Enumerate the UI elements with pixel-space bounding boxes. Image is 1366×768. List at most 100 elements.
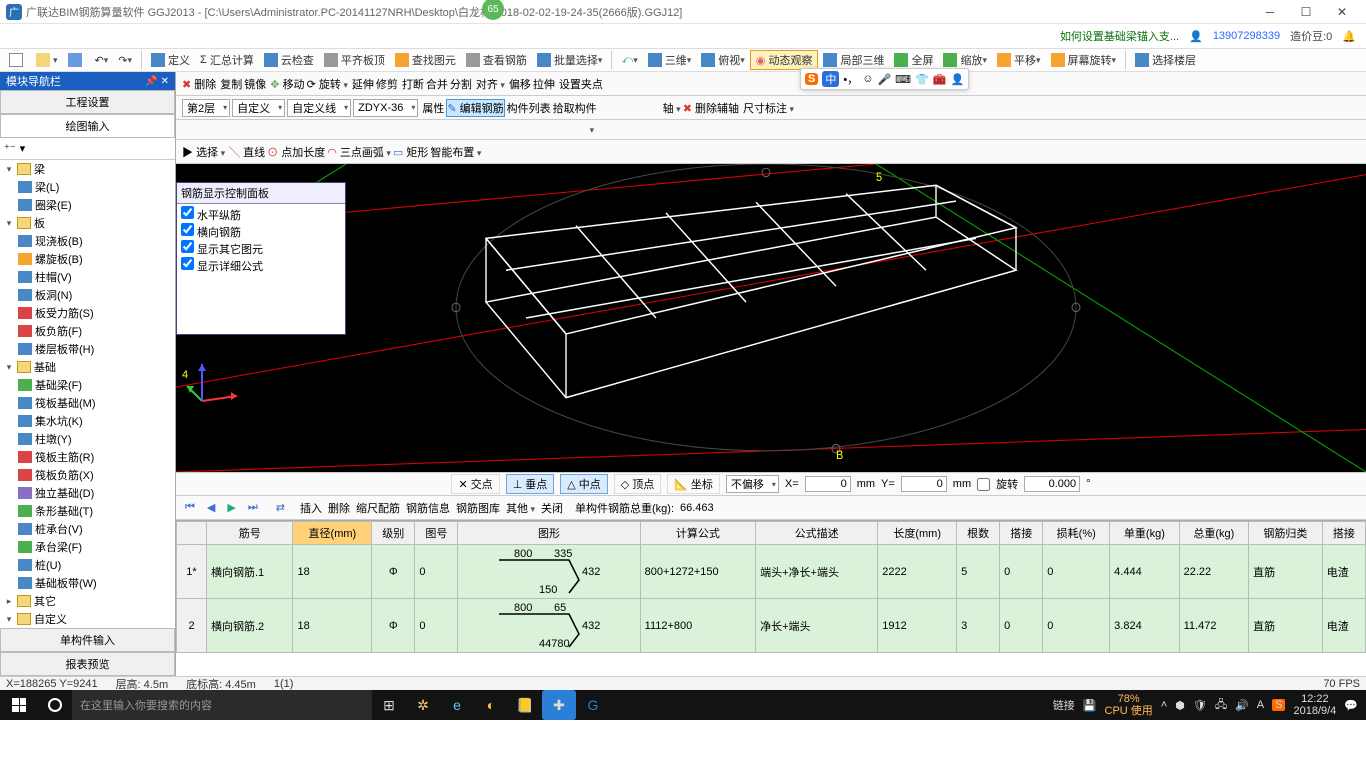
grid-swap[interactable]: ⇄ — [273, 501, 288, 514]
axis-btn[interactable]: 轴 — [663, 100, 681, 116]
cloudcheck-button[interactable]: 云检查 — [259, 50, 319, 70]
app-icon-6[interactable]: G — [576, 690, 610, 720]
cortana-button[interactable] — [38, 698, 72, 712]
tray-net-icon[interactable]: 🖧 — [1215, 696, 1227, 715]
account-phone[interactable]: 13907298339 — [1213, 30, 1280, 42]
ime-voice-icon[interactable]: 🎤 — [877, 73, 891, 86]
tree-item[interactable]: 条形基础(T) — [0, 502, 175, 520]
split-btn[interactable]: 分割 — [450, 76, 472, 92]
screenrot-button[interactable]: 屏幕旋转 — [1046, 50, 1122, 70]
help-link[interactable]: 如何设置基础梁锚入支... — [1060, 28, 1179, 44]
ime-keyboard-icon[interactable]: ⌨ — [895, 73, 911, 86]
tree-item[interactable]: 基础梁(F) — [0, 376, 175, 394]
ime-emoji-icon[interactable]: ☺ — [862, 73, 873, 85]
maximize-button[interactable]: ☐ — [1288, 5, 1324, 19]
snap-y-input[interactable] — [901, 476, 947, 492]
tree-tool-icon[interactable]: ▾ — [20, 142, 26, 155]
tray-vol-icon[interactable]: 🔊 — [1235, 699, 1249, 712]
new-button[interactable] — [4, 50, 31, 70]
tree-item[interactable]: 筏板负筋(X) — [0, 466, 175, 484]
taskview-icon[interactable]: ⊞ — [372, 690, 406, 720]
unknown-dropdown[interactable] — [584, 124, 594, 136]
rebar-display-panel[interactable]: 钢筋显示控制面板 水平纵筋 横向钢筋 显示其它图元 显示详细公式 — [176, 182, 346, 335]
tree-item[interactable]: ▾梁 — [0, 160, 175, 178]
grid-prev[interactable]: ◀ — [204, 501, 218, 514]
table-row[interactable]: 1*横向钢筋.118Φ0800335432150800+1272+150端头+净… — [177, 545, 1366, 599]
category-combo[interactable]: 自定义 — [232, 99, 285, 117]
ime-punct-icon[interactable]: •， — [843, 71, 858, 87]
copy-btn[interactable]: 复制 — [220, 76, 242, 92]
flatroof-button[interactable]: 平齐板顶 — [319, 50, 390, 70]
grid-other[interactable]: 其他 — [506, 500, 535, 516]
fullscreen-button[interactable]: 全屏 — [889, 50, 938, 70]
tree-item[interactable]: ▾自定义 — [0, 610, 175, 628]
topview-button[interactable]: 俯视 — [696, 50, 750, 70]
floor-combo[interactable]: 第2层 — [182, 99, 230, 117]
redo-button[interactable]: ↷ — [113, 50, 137, 70]
merge-btn[interactable]: 合并 — [426, 76, 448, 92]
grid-next[interactable]: ▶ — [224, 501, 238, 514]
tree-item[interactable]: 柱帽(V) — [0, 268, 175, 286]
editrebar-btn[interactable]: ✎ 编辑钢筋 — [446, 99, 504, 117]
table-row[interactable]: 2横向钢筋.218Φ080065432447801112+800净长+端头191… — [177, 599, 1366, 653]
snap-coord[interactable]: 📐 坐标 — [667, 474, 720, 494]
tree-item[interactable]: 板受力筋(S) — [0, 304, 175, 322]
tray-cpu[interactable]: 78%CPU 使用 — [1105, 693, 1153, 717]
extend-btn[interactable]: 延伸 — [352, 76, 374, 92]
tray-bt-icon[interactable]: ⬢ — [1175, 699, 1185, 712]
snap-mid[interactable]: △ 中点 — [560, 474, 607, 494]
tray-notif-icon[interactable]: 💬 — [1344, 699, 1358, 712]
tree-item[interactable]: 板洞(N) — [0, 286, 175, 304]
tray-shield-icon[interactable]: 🛡 — [1193, 699, 1207, 712]
deleteaux-btn[interactable]: ✖ 删除辅轴 — [683, 100, 739, 116]
setclamp-btn[interactable]: 设置夹点 — [559, 76, 603, 92]
minimize-button[interactable]: ─ — [1252, 5, 1288, 19]
arc3pt-btn[interactable]: ◠ 三点画弧 — [327, 144, 391, 160]
break-btn[interactable]: 打断 — [402, 76, 424, 92]
bell-icon[interactable]: 🔔 — [1342, 30, 1356, 43]
snap-intersect[interactable]: ✕ 交点 — [451, 474, 499, 494]
trim-btn[interactable]: 修剪 — [376, 76, 398, 92]
tree-item[interactable]: 现浇板(B) — [0, 232, 175, 250]
aggregate-button[interactable]: Σ 汇总计算 — [195, 50, 259, 70]
code-combo[interactable]: ZDYX-36 — [353, 99, 418, 117]
rotate-check[interactable] — [977, 478, 990, 491]
dynview-button[interactable]: ◉ 动态观察 — [750, 50, 819, 70]
component-tree[interactable]: ▾梁梁(L)圈梁(E)▾板现浇板(B)螺旋板(B)柱帽(V)板洞(N)板受力筋(… — [0, 160, 175, 628]
tree-item[interactable]: ▸其它 — [0, 592, 175, 610]
tree-item[interactable]: 桩承台(V) — [0, 520, 175, 538]
viewrebar-button[interactable]: 查看钢筋 — [461, 50, 532, 70]
save-button[interactable] — [63, 50, 90, 70]
elemlist-btn[interactable]: 构件列表 — [507, 100, 551, 116]
grid-close[interactable]: 关闭 — [541, 500, 563, 516]
grid-scalematch[interactable]: 缩尺配筋 — [356, 500, 400, 516]
tray-clock[interactable]: 12:222018/9/4 — [1293, 693, 1336, 717]
tab-draw-input[interactable]: 绘图输入 — [0, 114, 175, 138]
tree-item[interactable]: 桩(U) — [0, 556, 175, 574]
tree-item[interactable]: 筏板基础(M) — [0, 394, 175, 412]
props-btn[interactable]: 属性 — [422, 100, 444, 116]
tray-link[interactable]: 链接 — [1053, 697, 1075, 713]
start-button[interactable] — [0, 690, 38, 720]
panel-checkbox[interactable]: 显示其它图元 — [181, 240, 341, 257]
mirror-btn[interactable]: 镜像 — [244, 76, 266, 92]
local3d-button[interactable]: 局部三维 — [818, 50, 889, 70]
tray-up-icon[interactable]: ˄ — [1161, 699, 1167, 711]
stretch-btn[interactable]: 拉伸 — [533, 76, 555, 92]
ime-skin-icon[interactable]: 👕 — [915, 73, 929, 86]
grid-first[interactable]: ⏮ — [182, 501, 198, 514]
tray-lang-icon[interactable]: A — [1257, 699, 1264, 711]
tree-item[interactable]: ▾基础 — [0, 358, 175, 376]
app-icon-1[interactable]: ✲ — [406, 690, 440, 720]
taskbar-search[interactable]: 在这里输入你要搜索的内容 — [72, 690, 372, 720]
app-icon-3[interactable]: ◐ — [474, 690, 508, 720]
app-icon-5[interactable]: ✚ — [542, 690, 576, 720]
undo-button[interactable]: ↶ — [90, 50, 114, 70]
tree-item[interactable]: 基础板带(W) — [0, 574, 175, 592]
snap-perp[interactable]: ⊥ 垂点 — [506, 474, 555, 494]
panel-checkbox[interactable]: 横向钢筋 — [181, 223, 341, 240]
tree-item[interactable]: 集水坑(K) — [0, 412, 175, 430]
ime-toolbar[interactable]: S 中 •， ☺ 🎤 ⌨ 👕 🧰 👤 — [800, 68, 969, 90]
pickelem-btn[interactable]: 拾取构件 — [553, 100, 597, 116]
rebar-grid[interactable]: 筋号直径(mm)级别图号图形计算公式公式描述长度(mm)根数搭接损耗(%)单重(… — [176, 520, 1366, 676]
